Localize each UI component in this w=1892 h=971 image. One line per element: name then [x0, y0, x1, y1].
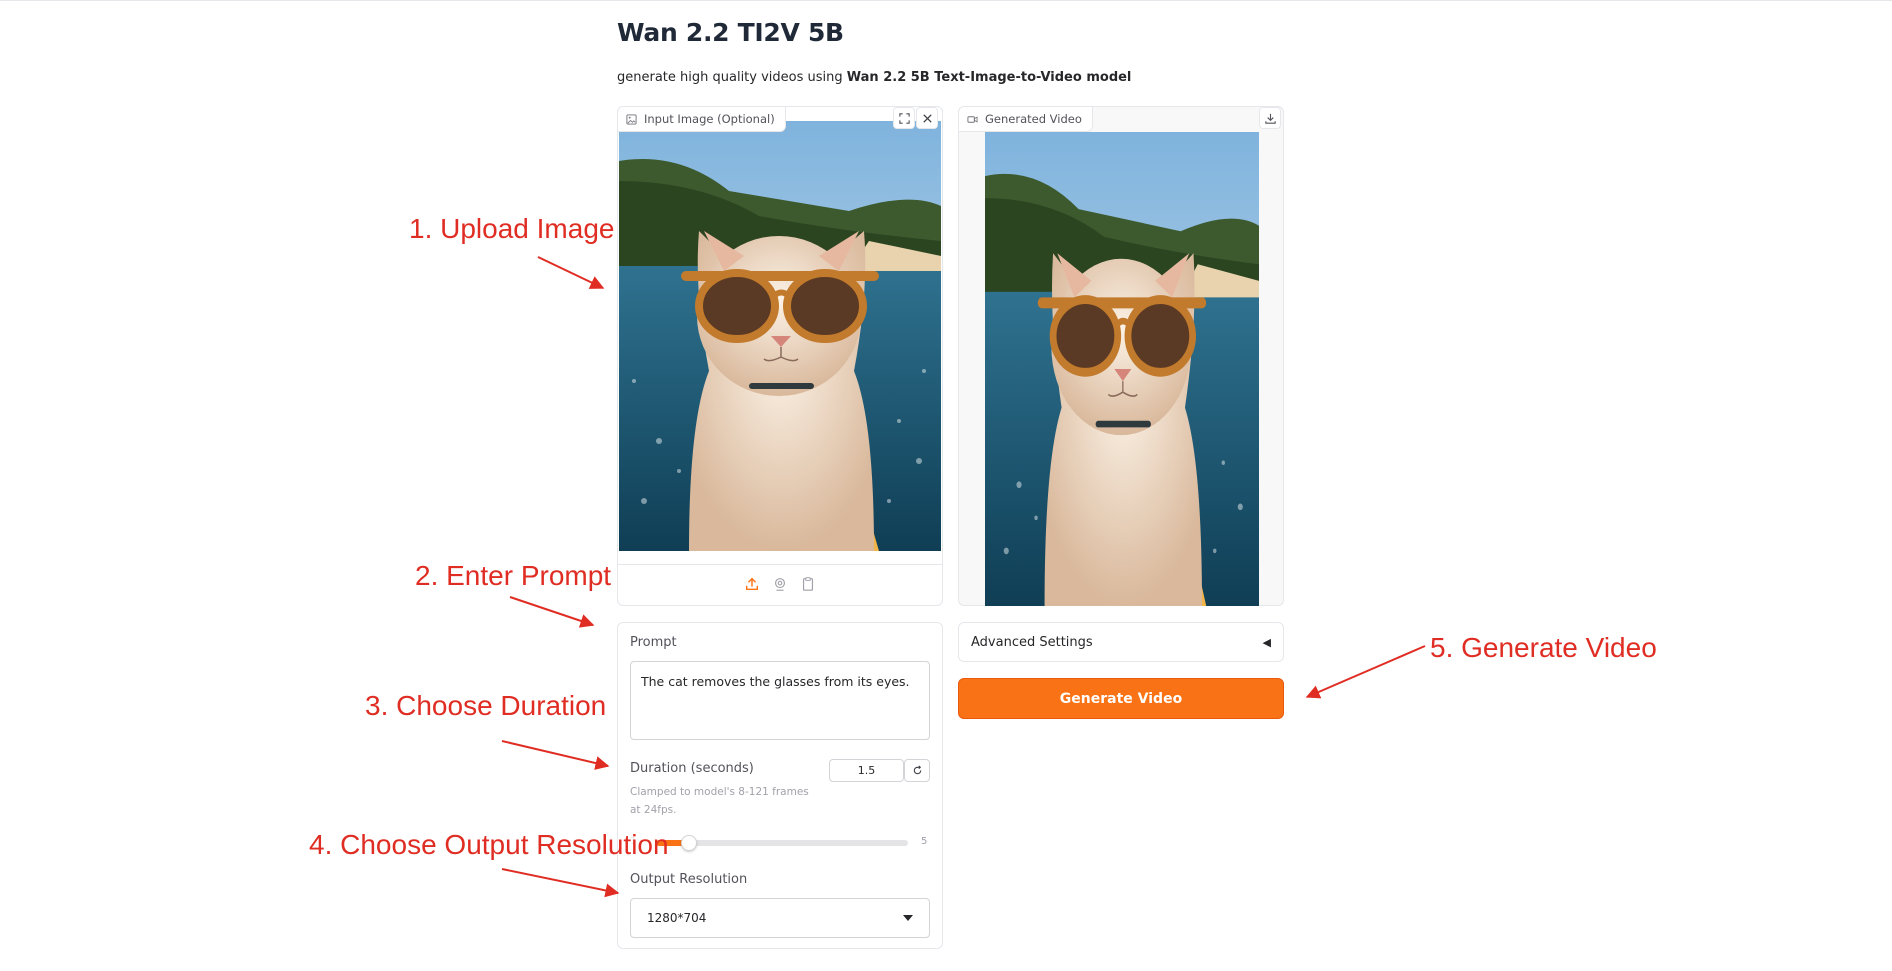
chevron-down-icon: [903, 915, 913, 921]
input-image: [619, 121, 941, 551]
annotation-step3: 3. Choose Duration: [365, 690, 607, 721]
generated-video-panel: Generated Video: [958, 106, 1284, 606]
cat-video-frame: [985, 132, 1259, 606]
prompt-textarea[interactable]: The cat removes the glasses from its eye…: [630, 661, 930, 740]
fullscreen-icon: [898, 112, 910, 124]
arrow-step4: [501, 868, 620, 898]
resolution-dropdown[interactable]: 1280*704: [630, 898, 930, 938]
collapse-indicator-icon: ◀: [1262, 635, 1271, 649]
page-title: Wan 2.2 TI2V 5B: [617, 18, 844, 47]
subtitle-model-name: Wan 2.2 5B Text-Image-to-Video model: [846, 70, 1132, 85]
subtitle-text: generate high quality videos using: [617, 70, 847, 85]
duration-info: Clamped to model's 8-121 frames at 24fps…: [630, 786, 809, 816]
download-icon: [1264, 113, 1276, 124]
resolution-selected: 1280*704: [647, 911, 707, 925]
advanced-settings-label: Advanced Settings: [971, 634, 1093, 650]
download-button[interactable]: [1259, 107, 1281, 129]
arrow-step5: [1305, 645, 1426, 699]
webcam-icon[interactable]: [771, 575, 789, 593]
generated-video[interactable]: [985, 132, 1259, 606]
annotation-arrows: [501, 256, 1426, 898]
input-image-panel[interactable]: Input Image (Optional): [617, 106, 943, 606]
page-subtitle: generate high quality videos using Wan 2…: [617, 70, 1131, 85]
video-icon: [967, 115, 978, 123]
clear-image-button[interactable]: [916, 107, 938, 129]
arrow-step3: [501, 740, 610, 770]
annotation-step2: 2. Enter Prompt: [415, 560, 612, 591]
top-divider: [0, 0, 1892, 1]
annotation-step5: 5. Generate Video: [1430, 632, 1657, 663]
input-image-label: Input Image (Optional): [644, 112, 775, 126]
generated-video-label: Generated Video: [985, 112, 1082, 126]
image-icon: [626, 113, 637, 125]
annotation-step1: 1. Upload Image: [409, 213, 615, 244]
duration-slider[interactable]: [656, 835, 908, 851]
cat-photo-input: [619, 121, 941, 551]
close-icon: [922, 113, 932, 123]
resolution-label: Output Resolution: [630, 872, 748, 887]
reset-icon: [913, 765, 921, 775]
prompt-label: Prompt: [630, 635, 677, 650]
annotation-step4: 4. Choose Output Resolution: [309, 829, 669, 860]
settings-panel: Prompt The cat removes the glasses from …: [617, 622, 943, 949]
arrow-step1: [537, 256, 605, 289]
fullscreen-button[interactable]: [893, 107, 915, 129]
generated-video-label-chip: Generated Video: [959, 107, 1093, 132]
generate-video-button[interactable]: Generate Video: [958, 678, 1284, 719]
duration-number-input[interactable]: 1.5: [829, 759, 904, 782]
duration-label: Duration (seconds): [630, 761, 754, 776]
clipboard-icon[interactable]: [799, 575, 817, 593]
input-image-label-chip: Input Image (Optional): [618, 107, 786, 132]
duration-reset-button[interactable]: [904, 759, 930, 782]
image-source-toolbar: [618, 564, 942, 603]
duration-slider-thumb[interactable]: [680, 835, 697, 851]
advanced-settings-accordion[interactable]: Advanced Settings ◀: [958, 622, 1284, 662]
upload-icon[interactable]: [743, 575, 761, 593]
arrow-step2: [509, 596, 595, 628]
duration-max-label: 5: [921, 836, 928, 847]
